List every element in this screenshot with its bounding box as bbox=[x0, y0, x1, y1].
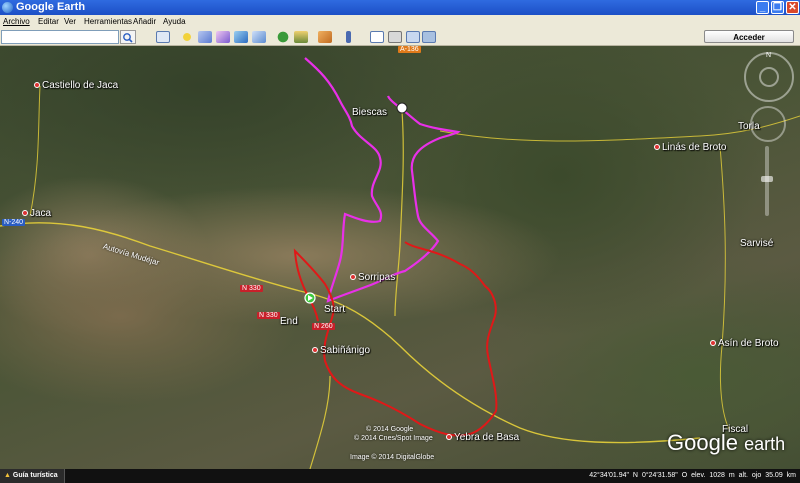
menu-bar: Archivo Editar Ver Herramientas Añadir A… bbox=[0, 15, 800, 29]
place-sabinanigo[interactable]: Sabiñánigo bbox=[312, 345, 370, 356]
place-biescas[interactable]: Biescas bbox=[352, 107, 387, 118]
sidebar-icon[interactable] bbox=[156, 31, 170, 43]
menu-anadir[interactable]: Añadir bbox=[133, 17, 156, 26]
place-asin[interactable]: Asín de Broto bbox=[710, 338, 779, 349]
eye-altitude: alt. ojo 35.09 km bbox=[738, 472, 796, 479]
road-yellow-5 bbox=[719, 145, 731, 432]
print-icon[interactable] bbox=[388, 31, 402, 43]
latitude: 42°34'01.94" N bbox=[589, 472, 638, 479]
road-yellow-3 bbox=[29, 85, 41, 217]
road-yellow-2 bbox=[394, 110, 404, 317]
route-red bbox=[293, 241, 498, 437]
place-start[interactable]: Start bbox=[324, 304, 345, 315]
path-icon[interactable] bbox=[216, 31, 230, 43]
route-pink bbox=[304, 57, 461, 303]
overlay-icon[interactable] bbox=[234, 31, 248, 43]
place-dot bbox=[710, 340, 716, 347]
road-label-n330b: N 330 bbox=[257, 312, 280, 319]
road-label-n330a: N 330 bbox=[240, 285, 263, 292]
place-dot bbox=[34, 82, 40, 89]
close-button[interactable]: ✕ bbox=[786, 1, 799, 14]
ruler-icon[interactable] bbox=[346, 31, 351, 43]
place-castiello[interactable]: Castiello de Jaca bbox=[34, 80, 118, 91]
menu-ayuda[interactable]: Ayuda bbox=[163, 17, 186, 26]
historical-icon[interactable] bbox=[276, 31, 290, 43]
title-bar: Google Earth _ ❐ ✕ bbox=[0, 0, 800, 15]
sun-icon[interactable] bbox=[294, 31, 308, 43]
map-viewport[interactable]: Castiello de Jaca Biescas Torla Linás de… bbox=[0, 46, 800, 469]
place-dot bbox=[654, 144, 660, 151]
polygon-icon[interactable] bbox=[198, 31, 212, 43]
place-dot bbox=[22, 210, 28, 217]
place-sorripas[interactable]: Sorripas bbox=[350, 272, 395, 283]
route-overlay bbox=[0, 57, 800, 469]
place-jaca[interactable]: Jaca bbox=[22, 208, 51, 219]
search-button[interactable] bbox=[120, 30, 136, 44]
place-dot bbox=[350, 274, 356, 281]
tour-icon[interactable] bbox=[252, 31, 266, 43]
menu-ver[interactable]: Ver bbox=[64, 17, 76, 26]
search-icon bbox=[123, 33, 133, 43]
save-image-icon[interactable] bbox=[406, 31, 420, 43]
biescas-marker bbox=[396, 102, 408, 114]
status-bar: ▲ Guía turística 42°34'01.94" N 0°24'31.… bbox=[0, 469, 800, 483]
place-dot bbox=[312, 347, 318, 354]
menu-herramientas[interactable]: Herramientas bbox=[84, 17, 132, 26]
menu-archivo[interactable]: Archivo bbox=[3, 17, 30, 26]
window-title: Google Earth bbox=[16, 1, 86, 13]
longitude: 0°24'31.58" O bbox=[641, 472, 688, 479]
menu-editar[interactable]: Editar bbox=[38, 17, 59, 26]
elevation: elev. 1028 m bbox=[691, 472, 735, 479]
minimize-button[interactable]: _ bbox=[756, 1, 769, 14]
tour-icon: ▲ bbox=[4, 472, 11, 479]
search-input[interactable] bbox=[1, 30, 119, 44]
road-yellow-6 bbox=[309, 375, 331, 469]
place-dot bbox=[446, 434, 452, 441]
place-sarvise[interactable]: Sarvisé bbox=[740, 238, 773, 249]
google-earth-icon bbox=[2, 2, 13, 13]
toolbar: Acceder bbox=[0, 29, 800, 46]
zoom-slider-knob[interactable] bbox=[761, 176, 773, 182]
place-yebra[interactable]: Yebra de Basa bbox=[446, 432, 519, 443]
place-end[interactable]: End bbox=[280, 316, 298, 327]
copyright-digitalglobe: Image © 2014 DigitalGlobe bbox=[350, 454, 435, 461]
view-in-maps-icon[interactable] bbox=[422, 31, 436, 43]
road-yellow bbox=[0, 222, 701, 444]
place-linas[interactable]: Linás de Broto bbox=[654, 142, 727, 153]
road-label-a136: A-136 bbox=[398, 46, 421, 53]
login-button[interactable]: Acceder bbox=[704, 30, 794, 43]
email-icon[interactable] bbox=[370, 31, 384, 43]
copyright-cnes: © 2014 Cnes/Spot Image bbox=[354, 435, 433, 442]
google-earth-logo: Google earth bbox=[667, 430, 786, 455]
road-label-n260: N 260 bbox=[312, 323, 335, 330]
compass-north: N bbox=[766, 52, 772, 59]
maximize-button[interactable]: ❐ bbox=[771, 1, 784, 14]
coordinates-readout: 42°34'01.94" N 0°24'31.58" O elev. 1028 … bbox=[589, 469, 796, 483]
copyright-google: © 2014 Google bbox=[366, 426, 414, 433]
placemark-icon[interactable] bbox=[180, 31, 194, 43]
tour-guide-button[interactable]: ▲ Guía turística bbox=[0, 469, 65, 483]
road-label-n240: N-240 bbox=[2, 219, 26, 226]
planets-icon[interactable] bbox=[318, 31, 332, 43]
look-joystick[interactable] bbox=[759, 67, 779, 87]
compass-control[interactable]: N bbox=[744, 52, 794, 102]
move-joystick[interactable] bbox=[750, 106, 786, 142]
